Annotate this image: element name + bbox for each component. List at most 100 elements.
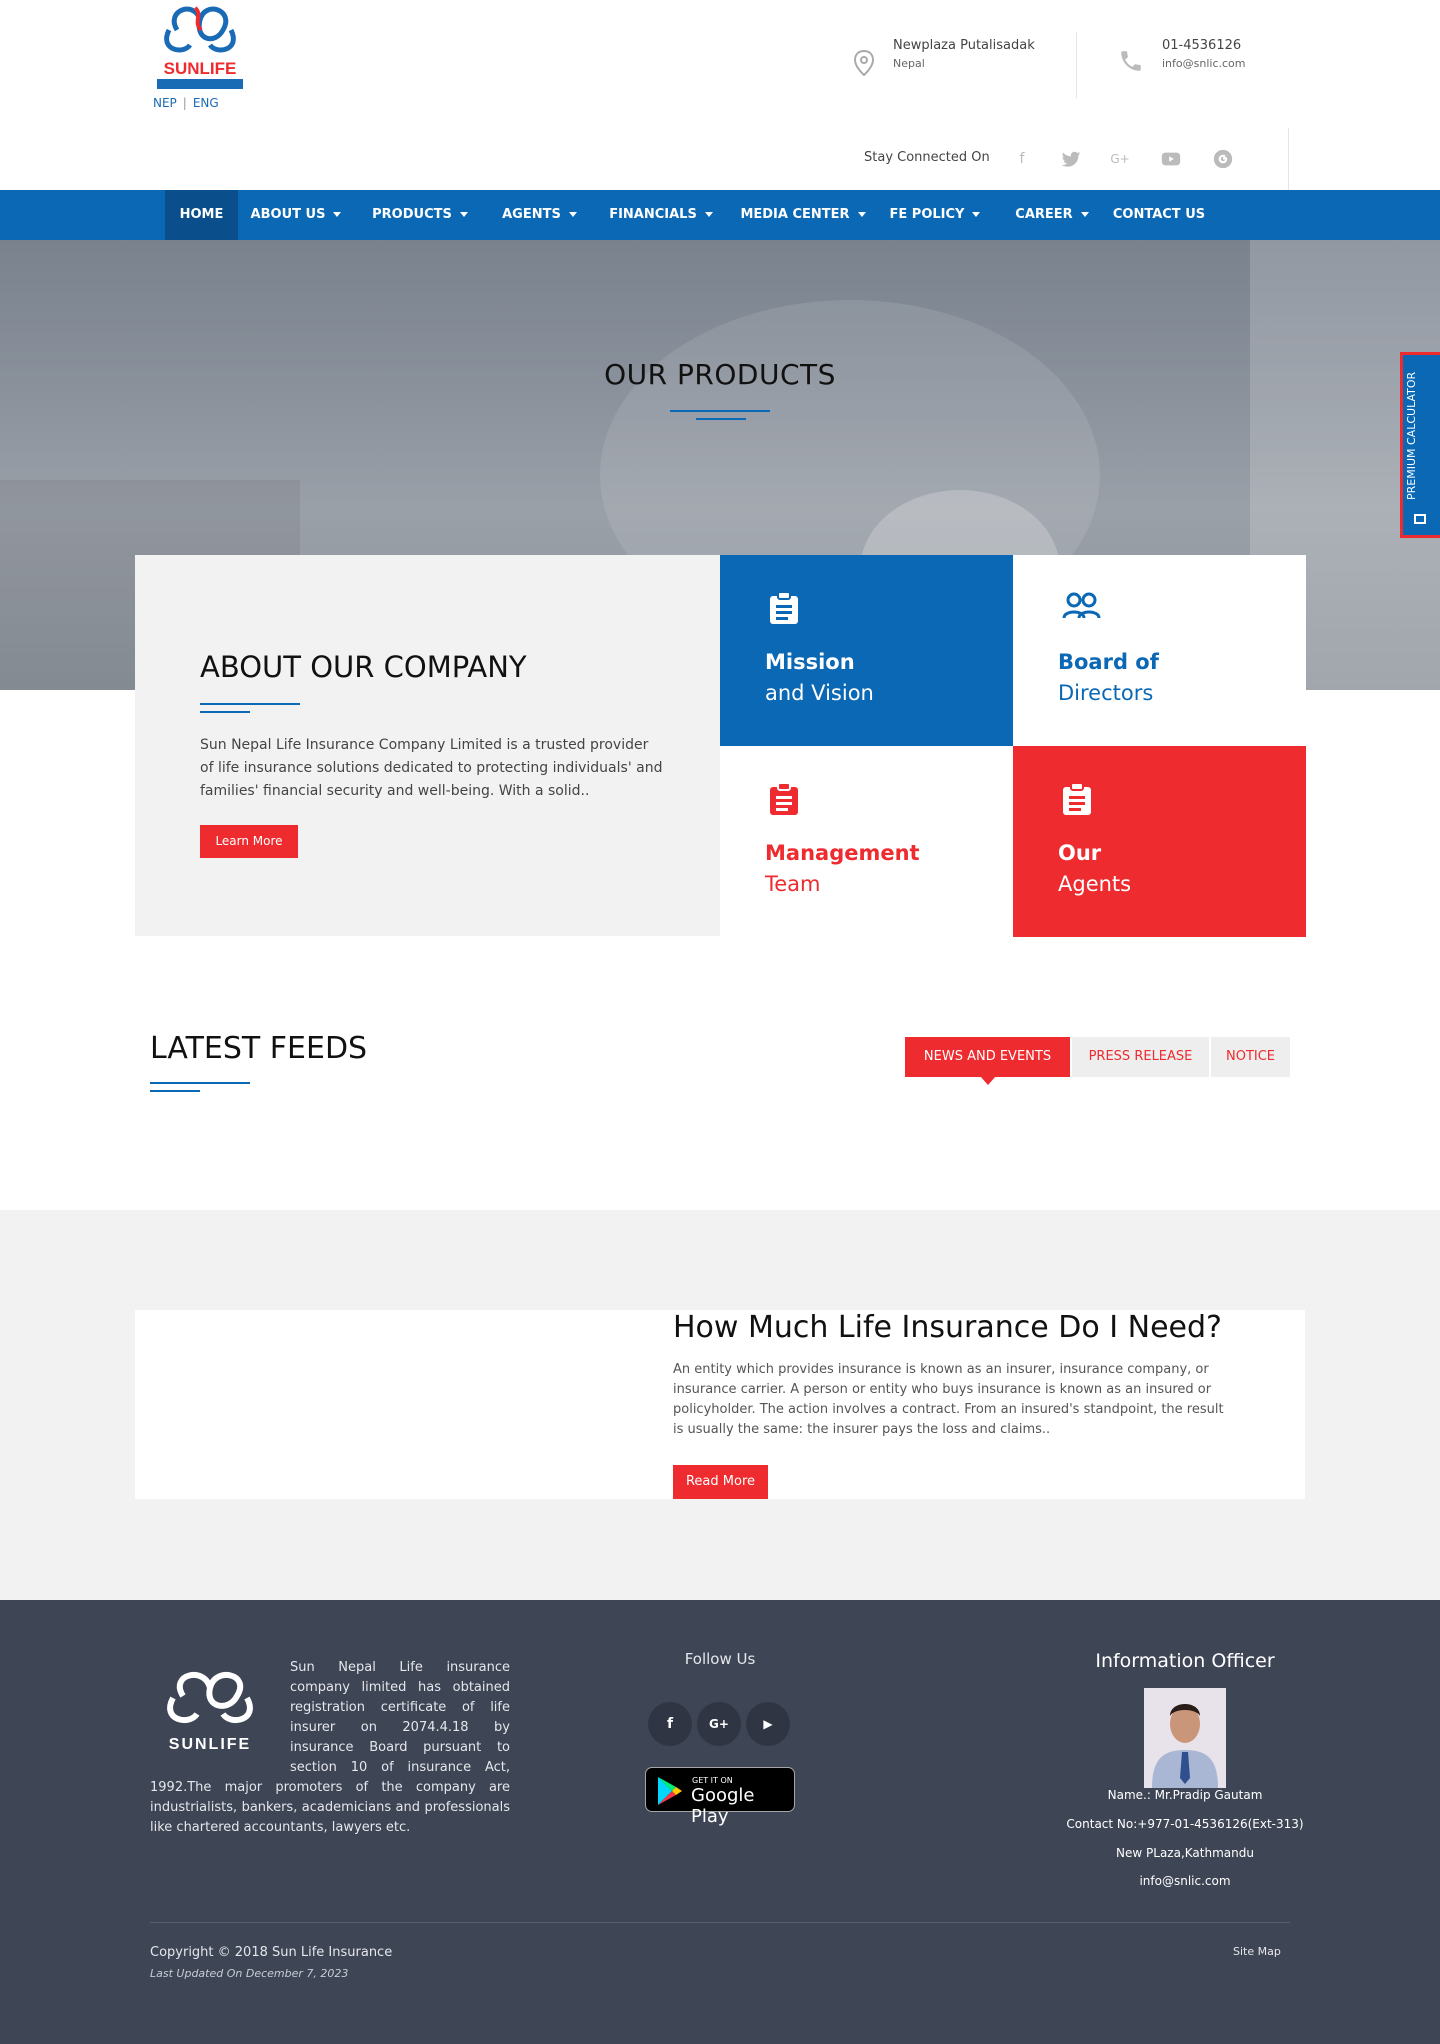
facebook-icon[interactable]: f [1011, 148, 1033, 170]
twitter-icon[interactable] [1060, 148, 1082, 170]
tab-news-and-events[interactable]: NEWS AND EVENTS [905, 1037, 1070, 1077]
nav-fe-policy-label: FE POLICY [889, 207, 965, 222]
nav-financials-label: FINANCIALS [609, 207, 697, 222]
officer-contact: Contact No:+977-01-4536126(Ext-313) [1066, 1817, 1304, 1831]
location-pin-icon [853, 50, 875, 76]
sunlife-logo[interactable]: SUNLIFE [155, 0, 245, 95]
footer-youtube-icon[interactable]: ▶ [746, 1702, 790, 1746]
nav-about-us[interactable]: ABOUT US [243, 190, 349, 240]
caret-down-icon [704, 212, 713, 217]
google-icon[interactable] [1212, 148, 1234, 170]
address-block: Newplaza Putalisadak Nepal [893, 38, 1035, 70]
copyright-text: Copyright © 2018 Sun Life Insurance [150, 1945, 393, 1960]
tile-title: Our [1058, 841, 1102, 865]
footer-logo-text: SUNLIFE [169, 1736, 251, 1753]
calculator-icon[interactable] [1414, 514, 1426, 524]
nav-contact-us-label: CONTACT US [1112, 207, 1206, 222]
caret-down-icon [568, 212, 577, 217]
tab-notice[interactable]: NOTICE [1211, 1037, 1290, 1077]
nav-agents[interactable]: AGENTS [492, 190, 587, 240]
nav-products-label: PRODUCTS [372, 207, 452, 222]
hero-title: OUR PRODUCTS [604, 358, 836, 391]
footer-divider [150, 1922, 1290, 1923]
officer-address: New PLaza,Kathmandu [1116, 1846, 1254, 1860]
about-title: ABOUT OUR COMPANY [200, 650, 527, 684]
header-divider-2 [1288, 128, 1289, 190]
youtube-icon[interactable] [1160, 148, 1182, 170]
caret-down-icon [333, 212, 342, 217]
nav-products[interactable]: PRODUCTS [364, 190, 476, 240]
information-officer-title: Information Officer [1095, 1650, 1275, 1672]
about-title-underline [200, 703, 300, 705]
contact-block: 01-4536126 info@snlic.com [1162, 38, 1245, 70]
about-text: Sun Nepal Life Insurance Company Limited… [200, 737, 663, 799]
gplay-big-text: Google Play [691, 1785, 755, 1827]
lang-eng-link[interactable]: ENG [193, 96, 219, 110]
clipboard-icon [770, 591, 798, 624]
clipboard-icon [1063, 782, 1091, 815]
email-link[interactable]: info@snlic.com [1162, 57, 1245, 70]
nav-media-center-label: MEDIA CENTER [740, 207, 850, 222]
site-header: SUNLIFE NEP | ENG Newplaza Putalisadak Nep… [0, 0, 1440, 190]
logo-text: SUNLIFE [164, 59, 237, 78]
google-play-icon [658, 1777, 682, 1805]
footer-google-plus-icon[interactable]: G+ [697, 1702, 741, 1746]
users-icon [1062, 592, 1101, 619]
about-title-underline [200, 711, 250, 713]
premium-calculator-label[interactable]: PREMIUM CALCULATOR [1405, 372, 1418, 500]
last-updated-text: Last Updated On December 7, 2023 [150, 1967, 349, 1980]
tile-our-agents[interactable]: Our Agents [1013, 746, 1306, 937]
google-plus-icon[interactable]: G+ [1109, 148, 1131, 170]
tile-mission-vision[interactable]: Mission and Vision [720, 555, 1013, 746]
header-divider [1076, 32, 1077, 98]
phone-number[interactable]: 01-4536126 [1162, 38, 1245, 53]
phone-icon [1121, 51, 1141, 71]
caret-down-icon [1080, 212, 1089, 217]
site-map-link[interactable]: Site Map [1233, 1945, 1281, 1958]
learn-more-button[interactable]: Learn More [200, 825, 298, 858]
nav-about-us-label: ABOUT US [250, 207, 326, 222]
tile-title: Management [765, 841, 920, 865]
nav-media-center[interactable]: MEDIA CENTER [732, 190, 874, 240]
footer-facebook-icon[interactable]: f [648, 1702, 692, 1746]
nav-career[interactable]: CAREER [1004, 190, 1100, 240]
feeds-title-underline [150, 1082, 250, 1084]
lang-nep-link[interactable]: NEP [153, 96, 177, 110]
nav-home[interactable]: HOME [165, 190, 238, 240]
feeds-title-underline [150, 1090, 200, 1092]
officer-email[interactable]: info@snlic.com [1055, 1874, 1315, 1888]
language-switcher: NEP | ENG [153, 96, 219, 110]
stay-connected-label: Stay Connected On [864, 150, 990, 165]
tile-title: Mission [765, 650, 855, 674]
address-line1: Newplaza Putalisadak [893, 38, 1035, 53]
tile-subtitle: and Vision [765, 681, 874, 705]
hero-title-underline [696, 418, 746, 420]
hero-title-underline [670, 410, 770, 412]
nav-contact-us[interactable]: CONTACT US [1105, 190, 1213, 240]
latest-feeds-title: LATEST FEEDS [150, 1031, 368, 1066]
tile-subtitle: Agents [1058, 872, 1132, 896]
footer-sunlife-logo[interactable]: SUNLIFE [155, 1666, 265, 1754]
google-play-badge[interactable]: GET IT ON Google Play [645, 1767, 795, 1827]
nav-agents-label: AGENTS [502, 207, 561, 222]
insurance-text: An entity which provides insurance is kn… [673, 1362, 1224, 1437]
clipboard-icon [770, 782, 798, 815]
officer-photo [1144, 1688, 1226, 1788]
tile-subtitle: Team [765, 872, 821, 896]
nav-fe-policy[interactable]: FE POLICY [884, 190, 986, 240]
insurance-title: How Much Life Insurance Do I Need? [673, 1310, 1222, 1345]
read-more-button[interactable]: Read More [673, 1465, 768, 1499]
tile-board-of-directors[interactable]: Board of Directors [1013, 555, 1306, 746]
nav-financials[interactable]: FINANCIALS [600, 190, 722, 240]
main-navigation: HOME ABOUT US PRODUCTS AGENTS FINANCIALS… [0, 190, 1440, 240]
caret-down-icon [459, 212, 468, 217]
caret-down-icon [972, 212, 981, 217]
tile-title: Board of [1058, 650, 1159, 674]
officer-name: Name.: Mr.Pradip Gautam [1107, 1788, 1263, 1802]
address-line2: Nepal [893, 57, 925, 70]
tab-press-release[interactable]: PRESS RELEASE [1072, 1037, 1209, 1077]
tile-management-team[interactable]: Management Team [720, 746, 1013, 937]
lang-separator: | [182, 96, 187, 110]
gplay-small-text: GET IT ON [692, 1776, 733, 1785]
caret-down-icon [857, 212, 866, 217]
